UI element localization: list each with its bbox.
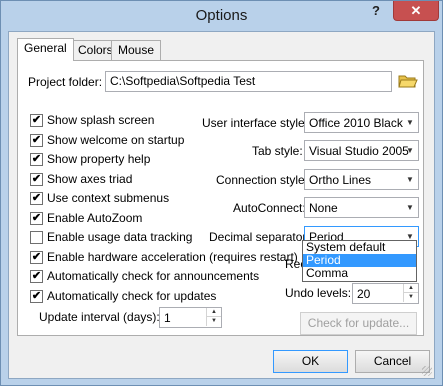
resize-grip-icon[interactable] <box>422 366 432 376</box>
spin-up-icon[interactable]: ▲ <box>206 308 221 317</box>
ui-style-label: User interface style: <box>202 116 309 130</box>
help-button[interactable]: ? <box>364 1 388 21</box>
checkbox-box[interactable]: ✔ <box>30 153 43 166</box>
undo-levels-value: 20 <box>357 287 371 301</box>
check-for-update-button[interactable]: Check for update... <box>300 312 417 335</box>
checkbox-box[interactable]: ✔ <box>30 212 43 225</box>
connection-style-label: Connection style: <box>216 173 309 187</box>
update-interval-stepper[interactable]: 1 ▲ ▼ <box>159 307 222 328</box>
checkbox-box[interactable]: ✔ <box>30 173 43 186</box>
chevron-down-icon: ▼ <box>406 175 414 184</box>
checkbox-box[interactable]: ✔ <box>30 192 43 205</box>
checkbox-box[interactable]: ✔ <box>30 251 43 264</box>
update-interval-value: 1 <box>164 311 171 325</box>
tab-general[interactable]: General <box>17 38 74 61</box>
title-bar[interactable]: Options ? ✕ <box>1 1 442 31</box>
project-folder-label: Project folder: <box>28 75 103 89</box>
chevron-down-icon: ▼ <box>406 146 414 155</box>
ui-style-select[interactable]: Office 2010 Black ▼ <box>304 112 419 133</box>
tab-style-label: Tab style: <box>252 144 303 158</box>
checkbox-box[interactable]: ✔ <box>30 134 43 147</box>
tab-style-select[interactable]: Visual Studio 2005 ▼ <box>304 140 419 161</box>
checkbox-box[interactable]: ✔ <box>30 290 43 303</box>
tab-mouse[interactable]: Mouse <box>111 40 162 60</box>
cancel-button[interactable]: Cancel <box>355 350 430 373</box>
dialog-body: General Colors Mouse Project folder: C:\… <box>8 31 435 379</box>
checkbox-box[interactable] <box>30 231 43 244</box>
connection-style-select[interactable]: Ortho Lines ▼ <box>304 169 419 190</box>
dropdown-option-comma[interactable]: Comma <box>303 267 416 280</box>
spin-down-icon[interactable]: ▼ <box>206 317 221 326</box>
close-button[interactable]: ✕ <box>393 1 439 21</box>
undo-levels-stepper[interactable]: 20 ▲ ▼ <box>352 283 419 304</box>
spin-up-icon[interactable]: ▲ <box>403 284 418 293</box>
spin-down-icon[interactable]: ▼ <box>403 293 418 302</box>
autoconnect-label: AutoConnect: <box>233 201 306 215</box>
chevron-down-icon: ▼ <box>406 118 414 127</box>
folder-open-icon[interactable] <box>398 72 418 90</box>
autoconnect-select[interactable]: None ▼ <box>304 197 419 218</box>
project-folder-input[interactable]: C:\Softpedia\Softpedia Test <box>105 71 392 92</box>
decimal-separator-dropdown-list[interactable]: System default Period Comma <box>302 240 417 282</box>
general-tab-panel: Project folder: C:\Softpedia\Softpedia T… <box>17 60 424 336</box>
ok-button[interactable]: OK <box>273 350 348 373</box>
checkbox-box[interactable]: ✔ <box>30 114 43 127</box>
chevron-down-icon: ▼ <box>406 203 414 212</box>
project-folder-value: C:\Softpedia\Softpedia Test <box>110 74 256 88</box>
checkbox-box[interactable]: ✔ <box>30 270 43 283</box>
decimal-separator-label: Decimal separator: <box>209 230 310 244</box>
undo-levels-label: Undo levels: <box>285 286 352 300</box>
options-window: Options ? ✕ General Colors Mouse Project… <box>0 0 443 386</box>
update-interval-label: Update interval (days): <box>39 310 160 324</box>
